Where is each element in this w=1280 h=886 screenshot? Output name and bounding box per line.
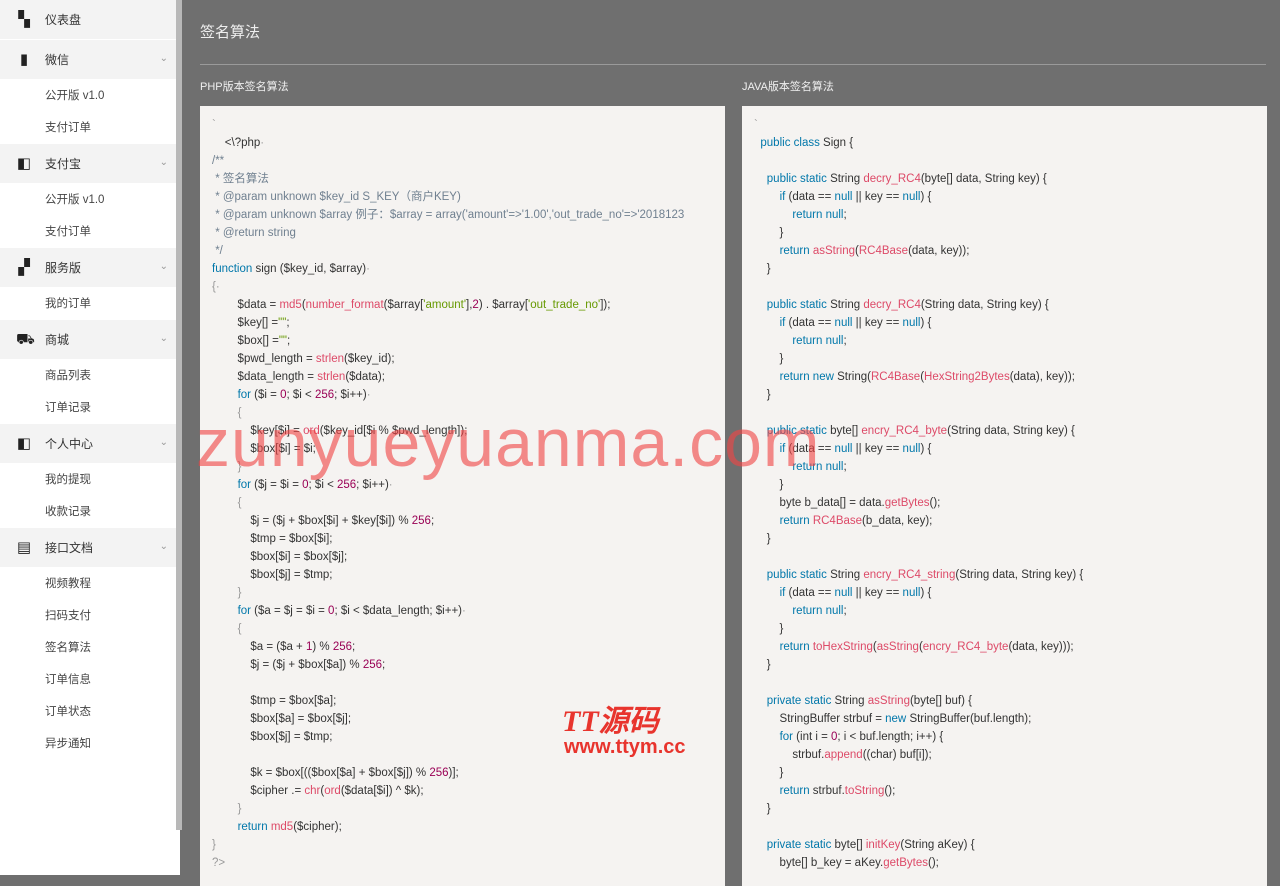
dashboard-icon: ▚ (18, 10, 30, 28)
sidebar-item[interactable]: ▚ 仪表盘 (0, 0, 180, 40)
sidebar-item[interactable]: ◧ 个人中心 ⌄ (0, 424, 180, 464)
sidebar-subitem[interactable]: 异步通知 (0, 728, 180, 760)
sidebar-subitem[interactable]: 订单信息 (0, 664, 180, 696)
chevron-down-icon: ⌄ (159, 53, 168, 64)
sidebar-menu: ▚ 仪表盘 ▮ 微信 ⌄ 公开版 v1.0 支付订单 ◧ 支付宝 ⌄ 公开版 v1.0 支付订单 ▞ 服务… (0, 0, 180, 760)
grid-icon: ▞ (18, 258, 30, 276)
watermark-logo: TT源码 (562, 705, 659, 738)
php-code-panel: ` <\?php· /** * 签名算法 * @param unknown $k… (200, 106, 725, 886)
docs-icon: ▤ (16, 538, 32, 556)
wechat-icon: ▮ (19, 50, 29, 68)
sidebar-item-label: 商城 (45, 333, 70, 347)
sidebar-subitem[interactable]: 公开版 v1.0 (0, 184, 180, 216)
title-divider (200, 64, 1266, 65)
sidebar-item-label: 接口文档 (45, 541, 94, 555)
sidebar-subitem[interactable]: 我的提现 (0, 464, 180, 496)
sidebar-item-label: 支付宝 (45, 157, 82, 171)
sidebar-subitem[interactable]: 签名算法 (0, 632, 180, 664)
sidebar-subitem[interactable]: 支付订单 (0, 112, 180, 144)
sidebar-item-label: 仪表盘 (45, 13, 82, 27)
sidebar-item-label: 微信 (45, 53, 70, 67)
php-section-title: PHP版本签名算法 (200, 81, 289, 93)
sidebar-subitem[interactable]: 支付订单 (0, 216, 180, 248)
sidebar-subitem[interactable]: 收款记录 (0, 496, 180, 528)
sidebar-subitem[interactable]: 我的订单 (0, 288, 180, 320)
chevron-down-icon: ⌄ (159, 541, 168, 552)
sidebar-scrollbar[interactable] (176, 0, 182, 830)
page-title: 签名算法 (200, 24, 261, 41)
sidebar-item-label: 个人中心 (45, 437, 94, 451)
chevron-down-icon: ⌄ (159, 261, 168, 272)
sidebar-subitem[interactable]: 视频教程 (0, 568, 180, 600)
watermark-url: www.ttym.cc (564, 736, 686, 758)
sidebar-item[interactable]: ⛟ 商城 ⌄ (0, 320, 180, 360)
wallet-icon: ◧ (16, 154, 32, 172)
cart-icon: ⛟ (16, 330, 35, 348)
sidebar-item[interactable]: ▤ 接口文档 ⌄ (0, 528, 180, 568)
sidebar-item[interactable]: ◧ 支付宝 ⌄ (0, 144, 180, 184)
sidebar-item[interactable]: ▮ 微信 ⌄ (0, 40, 180, 80)
java-section-title: JAVA版本签名算法 (742, 81, 834, 93)
java-code-panel: ` public class Sign { public static Stri… (742, 106, 1267, 886)
chevron-down-icon: ⌄ (159, 437, 168, 448)
sidebar-item[interactable]: ▞ 服务版 ⌄ (0, 248, 180, 288)
sidebar-subitem[interactable]: 扫码支付 (0, 600, 180, 632)
sidebar: ▚ 仪表盘 ▮ 微信 ⌄ 公开版 v1.0 支付订单 ◧ 支付宝 ⌄ 公开版 v1.0 支付订单 ▞ 服务… (0, 0, 180, 875)
chevron-down-icon: ⌄ (159, 157, 168, 168)
sidebar-subitem[interactable]: 商品列表 (0, 360, 180, 392)
watermark-text: zunyueyuanma.com (196, 405, 821, 481)
chevron-down-icon: ⌄ (159, 333, 168, 344)
sidebar-subitem[interactable]: 公开版 v1.0 (0, 80, 180, 112)
wallet-icon: ◧ (16, 434, 32, 452)
java-code-block: ` public class Sign { public static Stri… (754, 119, 1084, 869)
sidebar-subitem[interactable]: 订单状态 (0, 696, 180, 728)
sidebar-item-label: 服务版 (45, 261, 82, 275)
sidebar-subitem[interactable]: 订单记录 (0, 392, 180, 424)
